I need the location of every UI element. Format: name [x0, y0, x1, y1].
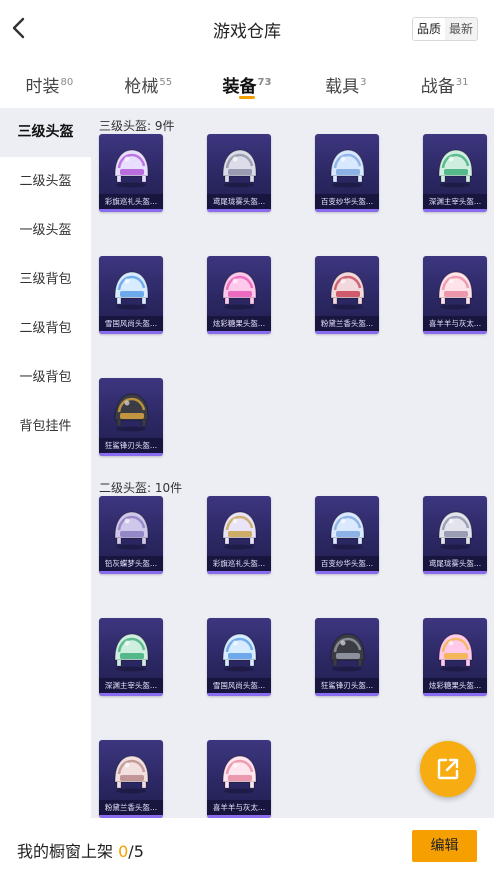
item-name: 深渊主宰头盔...: [99, 678, 163, 693]
item-name: 粉黛兰香头盔...: [315, 316, 379, 331]
item-card[interactable]: 鸢尾珑雾头盔...: [423, 496, 487, 574]
item-card[interactable]: 彩旗巡礼头盔...: [99, 134, 163, 212]
tab-vehicles[interactable]: 载具3: [296, 60, 395, 108]
sidebar-item-level3-helmet[interactable]: 三级头盔: [0, 108, 91, 157]
helmet-crystal-icon: [323, 142, 371, 190]
item-card[interactable]: 深渊主宰头盔...: [99, 618, 163, 696]
sidebar-item-level2-helmet[interactable]: 二级头盔: [0, 157, 91, 206]
helmet-festive-icon: [107, 142, 155, 190]
item-name: 彩旗巡礼头盔...: [207, 556, 271, 571]
helmet-abyss-icon: [431, 142, 479, 190]
item-card[interactable]: 深渊主宰头盔...: [423, 134, 487, 212]
tab-label: 战备: [420, 77, 455, 97]
sidebar-item-level3-backpack[interactable]: 三级背包: [0, 255, 91, 304]
item-name: 炫彩糖果头盔...: [207, 316, 271, 331]
item-card[interactable]: 喜羊羊与灰太...: [207, 740, 271, 818]
sidebar-item-level1-backpack[interactable]: 一级背包: [0, 353, 91, 402]
helmet-sheep-icon: [431, 264, 479, 312]
edit-button[interactable]: 编辑: [412, 830, 477, 862]
helmet-pink-icon: [323, 264, 371, 312]
item-card[interactable]: 喜羊羊与灰太...: [423, 256, 487, 334]
item-card[interactable]: 炫彩糖果头盔...: [207, 256, 271, 334]
category-tabs: 时装80 枪械55 装备73 载具3 战备31: [0, 60, 494, 108]
item-name: 彩旗巡礼头盔...: [99, 194, 163, 209]
item-card[interactable]: 雪国风尚头盔...: [99, 256, 163, 334]
tab-count: 80: [60, 77, 74, 89]
item-name: 粉黛兰香头盔...: [99, 800, 163, 815]
helmet-snow-icon: [215, 626, 263, 674]
item-card[interactable]: 粉黛兰香头盔...: [99, 740, 163, 818]
helmet-sheep-icon: [215, 748, 263, 796]
item-name: 雪国风尚头盔...: [207, 678, 271, 693]
share-button[interactable]: [420, 741, 476, 797]
item-card[interactable]: 鸢尾珑雾头盔...: [207, 134, 271, 212]
item-name: 喜羊羊与灰太...: [423, 316, 487, 331]
item-card[interactable]: 铅灰蝶梦头盔...: [99, 496, 163, 574]
sidebar-item-level1-helmet[interactable]: 一级头盔: [0, 206, 91, 255]
item-name: 深渊主宰头盔...: [423, 194, 487, 209]
sidebar-item-level2-backpack[interactable]: 二级背包: [0, 304, 91, 353]
item-name: 百变纱华头盔...: [315, 556, 379, 571]
item-card[interactable]: 粉黛兰香头盔...: [315, 256, 379, 334]
item-name: 铅灰蝶梦头盔...: [99, 556, 163, 571]
item-card[interactable]: 百变纱华头盔...: [315, 134, 379, 212]
helmet-crystal-icon: [323, 504, 371, 552]
subcategory-sidebar: 三级头盔 二级头盔 一级头盔 三级背包 二级背包 一级背包 背包挂件: [0, 108, 91, 818]
helmet-shark-icon: [323, 626, 371, 674]
showcase-current-count: 0: [118, 842, 129, 861]
item-card[interactable]: 狂鲨锋刃头盔...: [315, 618, 379, 696]
item-card[interactable]: 炫彩糖果头盔...: [423, 618, 487, 696]
helmet-abyss-icon: [107, 626, 155, 674]
sort-toggle: 品质 最新: [411, 17, 478, 41]
item-name: 百变纱华头盔...: [315, 194, 379, 209]
sort-quality-button[interactable]: 品质: [412, 18, 445, 40]
item-list: 三级头盔: 9件 彩旗巡礼头盔... 鸢尾珑雾头盔... 百变纱华头盔... 深渊主宰…: [91, 108, 494, 818]
tab-count: 3: [360, 77, 367, 89]
share-icon: [437, 758, 459, 780]
item-grid: 彩旗巡礼头盔... 鸢尾珑雾头盔... 百变纱华头盔... 深渊主宰头盔... 雪国风尚…: [91, 134, 494, 456]
item-card[interactable]: 百变纱华头盔...: [315, 496, 379, 574]
item-name: 狂鲨锋刃头盔...: [315, 678, 379, 693]
helmet-snow-icon: [107, 264, 155, 312]
item-name: 鸢尾珑雾头盔...: [207, 194, 271, 209]
sidebar-item-backpack-charm[interactable]: 背包挂件: [0, 402, 91, 451]
helmet-iris-icon: [215, 142, 263, 190]
item-name: 鸢尾珑雾头盔...: [423, 556, 487, 571]
item-name: 炫彩糖果头盔...: [423, 678, 487, 693]
helmet-butterfly-icon: [107, 504, 155, 552]
tab-count: 31: [455, 77, 469, 89]
tab-combat-supplies[interactable]: 战备31: [395, 60, 494, 108]
item-card[interactable]: 彩旗巡礼头盔...: [207, 496, 271, 574]
showcase-total-count: /5: [128, 842, 144, 861]
item-card[interactable]: 狂鲨锋刃头盔...: [99, 378, 163, 456]
section-title: 二级头盔: 10件: [99, 481, 183, 495]
helmet-festive-icon: [215, 504, 263, 552]
helmet-candy-icon: [431, 626, 479, 674]
showcase-label: 我的橱窗上架: [17, 842, 114, 861]
item-name: 雪国风尚头盔...: [99, 316, 163, 331]
item-name: 喜羊羊与灰太...: [207, 800, 271, 815]
sort-latest-button[interactable]: 最新: [445, 18, 477, 40]
showcase-bar: 我的橱窗上架 0/5 编辑: [0, 818, 494, 875]
helmet-candy-icon: [215, 264, 263, 312]
tab-guns[interactable]: 枪械55: [99, 60, 198, 108]
tab-fashion[interactable]: 时装80: [0, 60, 99, 108]
helmet-shark-icon: [107, 386, 155, 434]
item-name: 狂鲨锋刃头盔...: [99, 438, 163, 453]
showcase-status: 我的橱窗上架 0/5: [17, 838, 144, 862]
tab-label: 枪械: [124, 77, 159, 97]
item-card[interactable]: 雪国风尚头盔...: [207, 618, 271, 696]
tab-label: 时装: [25, 77, 60, 97]
section-level3-helmets: 三级头盔: 9件 彩旗巡礼头盔... 鸢尾珑雾头盔... 百变纱华头盔... 深渊主宰…: [91, 108, 494, 456]
tab-count: 73: [257, 77, 272, 89]
helmet-pink-icon: [107, 748, 155, 796]
tab-label: 装备: [222, 77, 257, 97]
tab-count: 55: [159, 77, 173, 89]
helmet-iris-icon: [431, 504, 479, 552]
tab-equipment[interactable]: 装备73: [198, 60, 297, 108]
section-title: 三级头盔: 9件: [99, 119, 175, 133]
header: 游戏仓库 品质 最新: [0, 0, 494, 58]
tab-label: 载具: [325, 77, 360, 97]
